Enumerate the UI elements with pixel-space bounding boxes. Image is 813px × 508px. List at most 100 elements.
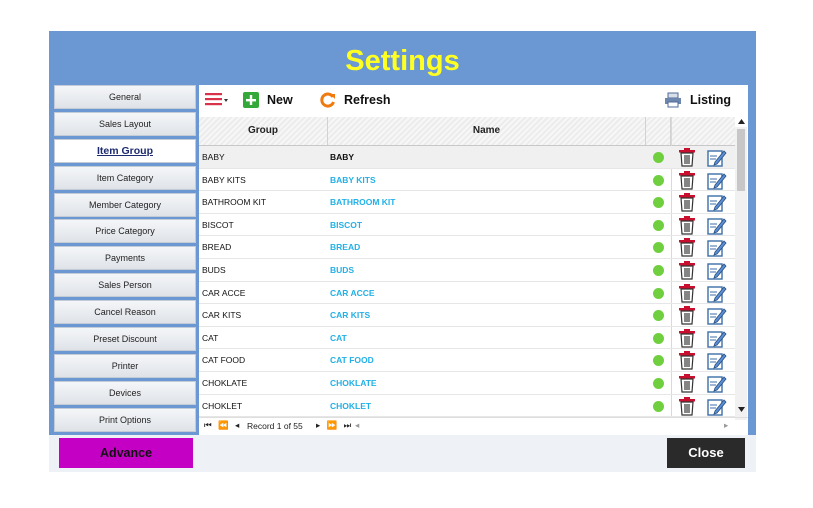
cell-name[interactable]: BUDS (330, 259, 354, 281)
sidebar-item-general[interactable]: General (54, 85, 196, 109)
edit-pencil-icon[interactable] (707, 193, 727, 214)
sidebar-item-price-category[interactable]: Price Category (54, 219, 196, 244)
sidebar-item-printer[interactable]: Printer (54, 353, 196, 378)
cell-name[interactable]: CAT (330, 327, 347, 349)
cell-name[interactable]: BABY (330, 146, 354, 168)
column-header-status (646, 117, 671, 145)
delete-trash-icon[interactable] (678, 215, 696, 237)
delete-trash-icon[interactable] (678, 283, 696, 305)
listing-label: Listing (690, 93, 731, 107)
cell-name[interactable]: CAR ACCE (330, 282, 375, 304)
delete-trash-icon[interactable] (678, 306, 696, 327)
first-prev-page-icons[interactable]: ⏮ ⏪ ◂ (204, 420, 241, 431)
scrollbar-thumb[interactable] (737, 129, 745, 191)
scroll-down-icon[interactable] (738, 407, 745, 413)
cell-name[interactable]: CAR KITS (330, 304, 370, 326)
sidebar-item-preset-discount[interactable]: Preset Discount (54, 327, 196, 352)
cell-name[interactable]: BABY KITS (330, 169, 376, 191)
edit-pencil-icon[interactable] (707, 351, 727, 372)
sidebar-item-member-category[interactable]: Member Category (54, 192, 196, 217)
table-row[interactable]: CAT FOOD CAT FOOD (199, 349, 735, 372)
table-row[interactable]: CAR ACCE CAR ACCE (199, 282, 735, 305)
sidebar-item-item-group[interactable]: Item Group (54, 138, 196, 163)
edit-pencil-icon[interactable] (707, 261, 727, 282)
delete-trash-icon[interactable] (678, 193, 696, 214)
table-row[interactable]: BATHROOM KIT BATHROOM KIT (199, 191, 735, 214)
cell-name[interactable]: BISCOT (330, 214, 362, 236)
table-row[interactable]: CHOKLATE CHOKLATE (199, 372, 735, 395)
cell-name[interactable]: BREAD (330, 236, 360, 258)
status-dot-icon (653, 332, 664, 344)
column-chooser-button[interactable] (205, 85, 237, 115)
advance-button[interactable]: Advance (59, 438, 193, 468)
table-row[interactable]: BREAD BREAD (199, 236, 735, 259)
cell-name[interactable]: CHOKLATE (330, 372, 377, 394)
table-row[interactable]: CHOKLET CHOKLET (199, 395, 735, 418)
record-counter: Record 1 of 55 (247, 421, 303, 431)
status-dot-icon (653, 174, 664, 186)
edit-pencil-icon[interactable] (707, 216, 727, 237)
edit-pencil-icon[interactable] (707, 148, 727, 169)
item-group-panel: New Refresh Listing Group Name BABY BABY… (199, 85, 748, 435)
table-row[interactable]: BISCOT BISCOT (199, 214, 735, 237)
cell-group: BISCOT (202, 219, 234, 230)
footer-bar: Advance Close (49, 435, 756, 472)
status-dot-icon (653, 152, 664, 163)
new-label: New (267, 93, 293, 107)
status-dot-icon (653, 400, 664, 412)
cell-name[interactable]: CAT FOOD (330, 349, 374, 371)
grid-rows: BABY BABY BABY KITS BABY KITS BATHROOM KIT BA… (199, 146, 735, 418)
cell-group: BABY KITS (202, 174, 246, 185)
table-row[interactable]: BABY BABY (199, 146, 735, 169)
refresh-button[interactable]: Refresh (320, 85, 391, 115)
edit-pencil-icon[interactable] (707, 238, 727, 259)
cell-group: CAT FOOD (202, 355, 246, 366)
edit-pencil-icon[interactable] (707, 329, 727, 350)
sidebar-item-devices[interactable]: Devices (54, 380, 196, 405)
sidebar-item-sales-layout[interactable]: Sales Layout (54, 111, 196, 136)
delete-trash-icon[interactable] (678, 328, 696, 350)
delete-trash-icon[interactable] (678, 351, 696, 372)
cell-group: BREAD (202, 242, 232, 253)
cell-name[interactable]: CHOKLET (330, 395, 371, 417)
listing-button[interactable]: Listing (664, 85, 731, 115)
next-last-page-icons[interactable]: ▸ ⏩ ⏭ (316, 420, 353, 431)
settings-sidebar: General Sales Layout Item Group Item Cat… (54, 85, 196, 435)
column-header-name[interactable]: Name (328, 117, 646, 145)
grid-header: Group Name (199, 117, 735, 146)
edit-pencil-icon[interactable] (707, 171, 727, 192)
column-header-group[interactable]: Group (199, 117, 328, 145)
delete-trash-icon[interactable] (678, 373, 696, 395)
cell-group: BATHROOM KIT (202, 197, 267, 208)
delete-trash-icon[interactable] (678, 238, 696, 259)
cell-group: CHOKLATE (202, 377, 248, 388)
sidebar-item-cancel-reason[interactable]: Cancel Reason (54, 300, 196, 325)
status-dot-icon (653, 310, 664, 322)
sidebar-item-payments[interactable]: Payments (54, 246, 196, 271)
status-dot-icon (653, 377, 664, 389)
status-dot-icon (653, 197, 664, 209)
delete-trash-icon[interactable] (678, 170, 696, 192)
delete-trash-icon[interactable] (678, 396, 696, 418)
scroll-left-icon[interactable]: ◂ (355, 420, 359, 431)
table-row[interactable]: BABY KITS BABY KITS (199, 169, 735, 192)
sidebar-item-print-options[interactable]: Print Options (54, 407, 196, 432)
table-row[interactable]: CAT CAT (199, 327, 735, 350)
sidebar-item-sales-person[interactable]: Sales Person (54, 273, 196, 298)
sidebar-item-item-category[interactable]: Item Category (54, 165, 196, 190)
scroll-up-icon[interactable] (738, 119, 745, 125)
vertical-scrollbar[interactable] (735, 127, 747, 420)
table-row[interactable]: CAR KITS CAR KITS (199, 304, 735, 327)
cell-name[interactable]: BATHROOM KIT (330, 191, 395, 213)
edit-pencil-icon[interactable] (707, 306, 727, 327)
edit-pencil-icon[interactable] (707, 374, 727, 395)
delete-trash-icon[interactable] (678, 148, 696, 169)
delete-trash-icon[interactable] (678, 260, 696, 282)
edit-pencil-icon[interactable] (707, 284, 727, 305)
cell-group: CAR KITS (202, 310, 242, 321)
scroll-right-icon[interactable]: ▸ (724, 420, 728, 431)
close-button[interactable]: Close (667, 438, 745, 468)
table-row[interactable]: BUDS BUDS (199, 259, 735, 282)
new-button[interactable]: New (243, 85, 293, 115)
edit-pencil-icon[interactable] (707, 397, 727, 418)
